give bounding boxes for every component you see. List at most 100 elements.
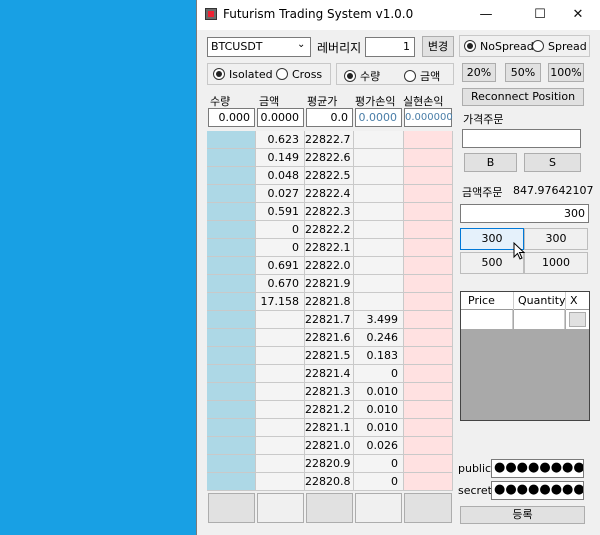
orders-quantity-cell[interactable]: [514, 310, 565, 329]
pct-100-button[interactable]: 100%: [548, 63, 584, 82]
order-qty-cell[interactable]: [207, 221, 256, 239]
price-cell: 22822.3: [305, 203, 354, 221]
ask-size-cell: [256, 311, 305, 329]
order-r-cell[interactable]: [404, 293, 453, 311]
register-button[interactable]: 등록: [460, 506, 585, 524]
bid-size-cell: 0.026: [354, 437, 404, 455]
orderbook-row: 0.149 22822.6: [207, 149, 453, 167]
bid-size-cell: [354, 131, 404, 149]
price-cell: 22821.2: [305, 401, 354, 419]
leverage-input[interactable]: 1: [365, 37, 415, 57]
spread-radio[interactable]: Spread: [532, 40, 587, 53]
order-qty-cell[interactable]: [207, 347, 256, 365]
close-button[interactable]: ✕: [555, 0, 600, 30]
order-r-cell[interactable]: [404, 239, 453, 257]
order-r-cell[interactable]: [404, 347, 453, 365]
order-qty-cell[interactable]: [207, 149, 256, 167]
orders-header-price: Price: [468, 294, 495, 307]
order-qty-cell[interactable]: [207, 293, 256, 311]
ask-size-cell: [256, 437, 305, 455]
cancel-order-button[interactable]: [569, 312, 586, 327]
order-qty-cell[interactable]: [207, 365, 256, 383]
buy-button[interactable]: B: [464, 153, 517, 172]
orders-price-cell[interactable]: [461, 310, 513, 329]
amount-order-input[interactable]: 300: [460, 204, 589, 223]
order-r-cell[interactable]: [404, 455, 453, 473]
order-r-cell[interactable]: [404, 257, 453, 275]
secret-key-input[interactable]: ●●●●●●●●●: [491, 481, 584, 500]
order-qty-cell[interactable]: [207, 473, 256, 491]
app-icon: [205, 8, 217, 20]
cross-radio[interactable]: Cross: [276, 68, 322, 81]
order-qty-cell[interactable]: [207, 419, 256, 437]
position-realized-pnl: 0.000000: [404, 108, 453, 127]
public-key-input[interactable]: ●●●●●●●●●: [491, 459, 584, 478]
orderbook-row: 0.691 22822.0: [207, 257, 453, 275]
price-cell: 22822.5: [305, 167, 354, 185]
bid-size-cell: 0: [354, 473, 404, 491]
order-r-cell[interactable]: [404, 185, 453, 203]
change-leverage-button[interactable]: 변경: [422, 36, 454, 57]
orderbook-row: 22821.0 0.026: [207, 437, 453, 455]
symbol-select[interactable]: BTCUSDT ⌄: [207, 37, 311, 57]
orderbook-footer-cell: [306, 493, 353, 523]
order-qty-cell[interactable]: [207, 437, 256, 455]
pct-50-button[interactable]: 50%: [505, 63, 541, 82]
orders-cancel-cell[interactable]: [566, 310, 589, 329]
order-qty-cell[interactable]: [207, 311, 256, 329]
order-qty-cell[interactable]: [207, 329, 256, 347]
order-r-cell[interactable]: [404, 419, 453, 437]
order-r-cell[interactable]: [404, 329, 453, 347]
price-cell: 22821.4: [305, 365, 354, 383]
order-qty-cell[interactable]: [207, 257, 256, 275]
order-qty-cell[interactable]: [207, 401, 256, 419]
price-order-input[interactable]: [462, 129, 581, 148]
bid-size-cell: [354, 149, 404, 167]
position-header-amount: 금액: [259, 95, 280, 108]
ask-size-cell: [256, 455, 305, 473]
order-qty-cell[interactable]: [207, 131, 256, 149]
order-r-cell[interactable]: [404, 383, 453, 401]
amount-mode-radio[interactable]: 금액: [404, 68, 440, 84]
order-r-cell[interactable]: [404, 275, 453, 293]
order-qty-cell[interactable]: [207, 185, 256, 203]
order-r-cell[interactable]: [404, 167, 453, 185]
order-qty-cell[interactable]: [207, 239, 256, 257]
bid-size-cell: [354, 293, 404, 311]
order-r-cell[interactable]: [404, 401, 453, 419]
order-r-cell[interactable]: [404, 311, 453, 329]
order-r-cell[interactable]: [404, 437, 453, 455]
preset-1000-button[interactable]: 1000: [524, 252, 588, 274]
order-r-cell[interactable]: [404, 221, 453, 239]
order-qty-cell[interactable]: [207, 455, 256, 473]
radio-checked-icon: [464, 40, 476, 52]
preset-300-button-2[interactable]: 300: [524, 228, 588, 250]
order-qty-cell[interactable]: [207, 275, 256, 293]
position-header-realized-pnl: 실현손익: [403, 95, 444, 108]
sell-button[interactable]: S: [524, 153, 581, 172]
order-r-cell[interactable]: [404, 149, 453, 167]
bid-size-cell: 0.183: [354, 347, 404, 365]
order-qty-cell[interactable]: [207, 167, 256, 185]
orderbook-row: 22821.6 0.246: [207, 329, 453, 347]
order-qty-cell[interactable]: [207, 203, 256, 221]
minimize-button[interactable]: —: [463, 0, 509, 30]
price-cell: 22822.4: [305, 185, 354, 203]
position-header-qty: 수량: [210, 95, 231, 108]
radio-unchecked-icon: [276, 68, 288, 80]
reconnect-position-button[interactable]: Reconnect Position: [462, 88, 584, 106]
order-qty-cell[interactable]: [207, 383, 256, 401]
nospread-radio[interactable]: NoSpread: [464, 40, 534, 53]
order-r-cell[interactable]: [404, 473, 453, 491]
open-orders-header: Price Quantity X: [461, 292, 589, 310]
order-r-cell[interactable]: [404, 365, 453, 383]
order-r-cell[interactable]: [404, 203, 453, 221]
quantity-mode-radio[interactable]: 수량: [344, 68, 380, 84]
radio-checked-icon: [213, 68, 225, 80]
isolated-radio[interactable]: Isolated: [213, 68, 273, 81]
orderbook-row: 0 22822.2: [207, 221, 453, 239]
pct-20-button[interactable]: 20%: [462, 63, 496, 82]
order-r-cell[interactable]: [404, 131, 453, 149]
ask-size-cell: 0.691: [256, 257, 305, 275]
orderbook-row: 0.048 22822.5: [207, 167, 453, 185]
